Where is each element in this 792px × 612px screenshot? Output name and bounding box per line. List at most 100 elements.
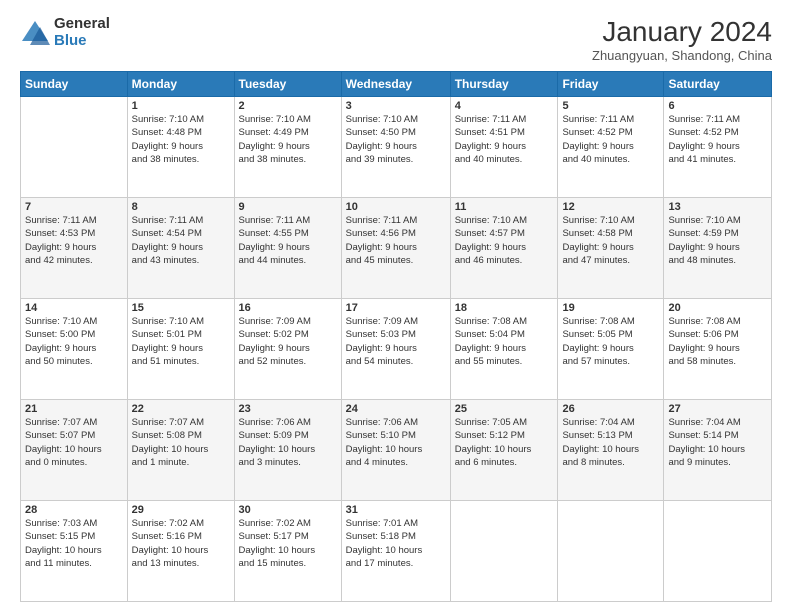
table-row: 1Sunrise: 7:10 AM Sunset: 4:48 PM Daylig…: [127, 97, 234, 198]
day-info: Sunrise: 7:11 AM Sunset: 4:56 PM Dayligh…: [346, 214, 446, 267]
day-info: Sunrise: 7:10 AM Sunset: 4:58 PM Dayligh…: [562, 214, 659, 267]
day-info: Sunrise: 7:11 AM Sunset: 4:55 PM Dayligh…: [239, 214, 337, 267]
table-row: 26Sunrise: 7:04 AM Sunset: 5:13 PM Dayli…: [558, 400, 664, 501]
logo-icon: [20, 19, 50, 47]
table-row: [664, 501, 772, 602]
day-info: Sunrise: 7:04 AM Sunset: 5:14 PM Dayligh…: [668, 416, 767, 469]
day-info: Sunrise: 7:02 AM Sunset: 5:16 PM Dayligh…: [132, 517, 230, 570]
day-number: 18: [455, 302, 554, 314]
calendar-week-row: 28Sunrise: 7:03 AM Sunset: 5:15 PM Dayli…: [21, 501, 772, 602]
table-row: 28Sunrise: 7:03 AM Sunset: 5:15 PM Dayli…: [21, 501, 128, 602]
calendar-week-row: 1Sunrise: 7:10 AM Sunset: 4:48 PM Daylig…: [21, 97, 772, 198]
day-info: Sunrise: 7:03 AM Sunset: 5:15 PM Dayligh…: [25, 517, 123, 570]
table-row: 9Sunrise: 7:11 AM Sunset: 4:55 PM Daylig…: [234, 198, 341, 299]
day-number: 1: [132, 100, 230, 112]
day-info: Sunrise: 7:10 AM Sunset: 5:00 PM Dayligh…: [25, 315, 123, 368]
day-number: 22: [132, 403, 230, 415]
day-number: 6: [668, 100, 767, 112]
table-row: 5Sunrise: 7:11 AM Sunset: 4:52 PM Daylig…: [558, 97, 664, 198]
day-info: Sunrise: 7:07 AM Sunset: 5:07 PM Dayligh…: [25, 416, 123, 469]
day-number: 24: [346, 403, 446, 415]
day-number: 5: [562, 100, 659, 112]
table-row: 12Sunrise: 7:10 AM Sunset: 4:58 PM Dayli…: [558, 198, 664, 299]
table-row: 7Sunrise: 7:11 AM Sunset: 4:53 PM Daylig…: [21, 198, 128, 299]
day-info: Sunrise: 7:11 AM Sunset: 4:51 PM Dayligh…: [455, 113, 554, 166]
calendar-week-row: 7Sunrise: 7:11 AM Sunset: 4:53 PM Daylig…: [21, 198, 772, 299]
day-number: 25: [455, 403, 554, 415]
day-info: Sunrise: 7:02 AM Sunset: 5:17 PM Dayligh…: [239, 517, 337, 570]
col-monday: Monday: [127, 72, 234, 97]
subtitle: Zhuangyuan, Shandong, China: [592, 48, 772, 63]
day-number: 8: [132, 201, 230, 213]
col-wednesday: Wednesday: [341, 72, 450, 97]
table-row: 4Sunrise: 7:11 AM Sunset: 4:51 PM Daylig…: [450, 97, 558, 198]
day-number: 29: [132, 504, 230, 516]
day-info: Sunrise: 7:10 AM Sunset: 4:59 PM Dayligh…: [668, 214, 767, 267]
day-number: 30: [239, 504, 337, 516]
calendar-header-row: Sunday Monday Tuesday Wednesday Thursday…: [21, 72, 772, 97]
table-row: 2Sunrise: 7:10 AM Sunset: 4:49 PM Daylig…: [234, 97, 341, 198]
col-tuesday: Tuesday: [234, 72, 341, 97]
day-info: Sunrise: 7:09 AM Sunset: 5:02 PM Dayligh…: [239, 315, 337, 368]
day-info: Sunrise: 7:10 AM Sunset: 5:01 PM Dayligh…: [132, 315, 230, 368]
day-info: Sunrise: 7:11 AM Sunset: 4:52 PM Dayligh…: [668, 113, 767, 166]
calendar-week-row: 21Sunrise: 7:07 AM Sunset: 5:07 PM Dayli…: [21, 400, 772, 501]
day-info: Sunrise: 7:10 AM Sunset: 4:48 PM Dayligh…: [132, 113, 230, 166]
day-info: Sunrise: 7:05 AM Sunset: 5:12 PM Dayligh…: [455, 416, 554, 469]
header: General Blue January 2024 Zhuangyuan, Sh…: [20, 16, 772, 63]
col-thursday: Thursday: [450, 72, 558, 97]
day-number: 15: [132, 302, 230, 314]
table-row: 30Sunrise: 7:02 AM Sunset: 5:17 PM Dayli…: [234, 501, 341, 602]
calendar-table: Sunday Monday Tuesday Wednesday Thursday…: [20, 71, 772, 602]
table-row: 6Sunrise: 7:11 AM Sunset: 4:52 PM Daylig…: [664, 97, 772, 198]
table-row: 16Sunrise: 7:09 AM Sunset: 5:02 PM Dayli…: [234, 299, 341, 400]
day-info: Sunrise: 7:11 AM Sunset: 4:54 PM Dayligh…: [132, 214, 230, 267]
day-number: 17: [346, 302, 446, 314]
table-row: 20Sunrise: 7:08 AM Sunset: 5:06 PM Dayli…: [664, 299, 772, 400]
day-info: Sunrise: 7:06 AM Sunset: 5:09 PM Dayligh…: [239, 416, 337, 469]
day-number: 10: [346, 201, 446, 213]
day-number: 16: [239, 302, 337, 314]
day-number: 21: [25, 403, 123, 415]
logo-blue: Blue: [54, 33, 110, 50]
table-row: 3Sunrise: 7:10 AM Sunset: 4:50 PM Daylig…: [341, 97, 450, 198]
table-row: 21Sunrise: 7:07 AM Sunset: 5:07 PM Dayli…: [21, 400, 128, 501]
col-friday: Friday: [558, 72, 664, 97]
day-number: 9: [239, 201, 337, 213]
day-number: 14: [25, 302, 123, 314]
day-number: 13: [668, 201, 767, 213]
title-block: January 2024 Zhuangyuan, Shandong, China: [592, 16, 772, 63]
col-sunday: Sunday: [21, 72, 128, 97]
day-info: Sunrise: 7:07 AM Sunset: 5:08 PM Dayligh…: [132, 416, 230, 469]
table-row: [450, 501, 558, 602]
day-number: 28: [25, 504, 123, 516]
calendar-week-row: 14Sunrise: 7:10 AM Sunset: 5:00 PM Dayli…: [21, 299, 772, 400]
day-info: Sunrise: 7:08 AM Sunset: 5:04 PM Dayligh…: [455, 315, 554, 368]
day-info: Sunrise: 7:10 AM Sunset: 4:49 PM Dayligh…: [239, 113, 337, 166]
day-number: 23: [239, 403, 337, 415]
table-row: 18Sunrise: 7:08 AM Sunset: 5:04 PM Dayli…: [450, 299, 558, 400]
table-row: 13Sunrise: 7:10 AM Sunset: 4:59 PM Dayli…: [664, 198, 772, 299]
day-number: 20: [668, 302, 767, 314]
table-row: 8Sunrise: 7:11 AM Sunset: 4:54 PM Daylig…: [127, 198, 234, 299]
main-title: January 2024: [592, 16, 772, 48]
day-number: 12: [562, 201, 659, 213]
table-row: 25Sunrise: 7:05 AM Sunset: 5:12 PM Dayli…: [450, 400, 558, 501]
day-info: Sunrise: 7:11 AM Sunset: 4:52 PM Dayligh…: [562, 113, 659, 166]
logo-general: General: [54, 16, 110, 33]
table-row: 11Sunrise: 7:10 AM Sunset: 4:57 PM Dayli…: [450, 198, 558, 299]
day-number: 26: [562, 403, 659, 415]
table-row: 19Sunrise: 7:08 AM Sunset: 5:05 PM Dayli…: [558, 299, 664, 400]
table-row: [21, 97, 128, 198]
table-row: 22Sunrise: 7:07 AM Sunset: 5:08 PM Dayli…: [127, 400, 234, 501]
table-row: 31Sunrise: 7:01 AM Sunset: 5:18 PM Dayli…: [341, 501, 450, 602]
day-number: 31: [346, 504, 446, 516]
day-number: 11: [455, 201, 554, 213]
table-row: 29Sunrise: 7:02 AM Sunset: 5:16 PM Dayli…: [127, 501, 234, 602]
table-row: 27Sunrise: 7:04 AM Sunset: 5:14 PM Dayli…: [664, 400, 772, 501]
page: General Blue January 2024 Zhuangyuan, Sh…: [0, 0, 792, 612]
day-info: Sunrise: 7:11 AM Sunset: 4:53 PM Dayligh…: [25, 214, 123, 267]
table-row: [558, 501, 664, 602]
day-info: Sunrise: 7:10 AM Sunset: 4:50 PM Dayligh…: [346, 113, 446, 166]
day-number: 4: [455, 100, 554, 112]
